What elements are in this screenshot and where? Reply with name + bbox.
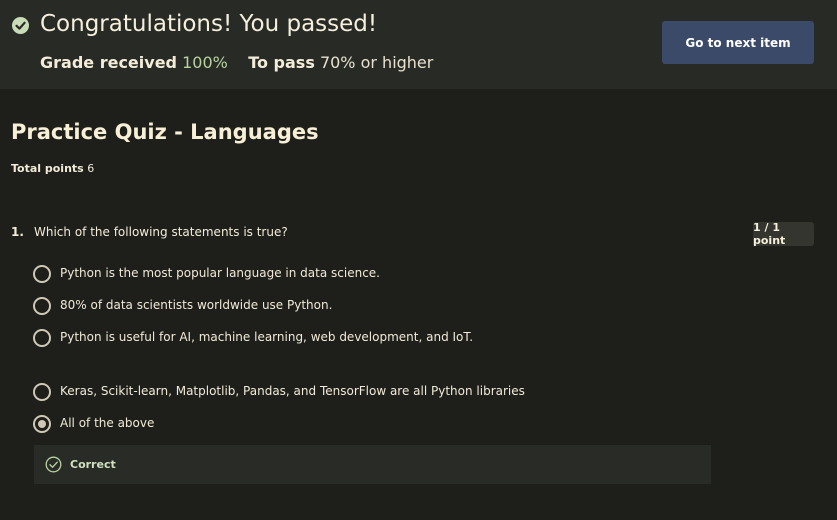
grade-received-label: Grade received (40, 53, 177, 72)
pass-title: Congratulations! You passed! (40, 11, 378, 37)
radio-button-icon[interactable] (33, 383, 51, 401)
answer-option-label: 80% of data scientists worldwide use Pyt… (60, 298, 333, 312)
total-points-value: 6 (87, 162, 95, 175)
to-pass-label: To pass (248, 53, 315, 72)
check-circle-icon (12, 17, 29, 34)
radio-button-icon[interactable] (33, 265, 51, 283)
grade-received-value: 100% (182, 53, 228, 72)
go-to-next-item-button[interactable]: Go to next item (662, 21, 814, 64)
radio-button-icon[interactable] (33, 297, 51, 315)
check-circle-outline-icon (45, 456, 62, 477)
pass-banner: Congratulations! You passed! Grade recei… (0, 0, 837, 89)
answer-option-label: Keras, Scikit-learn, Matplotlib, Pandas,… (60, 384, 525, 398)
question-text: Which of the following statements is tru… (34, 225, 288, 239)
total-points-label: Total points (11, 162, 84, 175)
feedback-label: Correct (70, 458, 116, 471)
question-score-badge: 1 / 1 point (753, 221, 814, 247)
to-pass-value: 70% (319, 53, 356, 72)
answer-option-label: Python is useful for AI, machine learnin… (60, 330, 474, 344)
grade-summary: Grade received 100% To pass 70% or highe… (40, 53, 433, 72)
to-pass-suffix: or higher (360, 53, 434, 72)
radio-button-icon[interactable] (33, 329, 51, 347)
question-number: 1. (11, 225, 24, 239)
total-points: Total points 6 (11, 162, 94, 175)
answer-feedback: Correct (34, 445, 711, 484)
radio-button-selected-icon[interactable] (33, 415, 51, 433)
answer-option-label: All of the above (60, 416, 155, 430)
answer-option-label: Python is the most popular language in d… (60, 266, 380, 280)
quiz-title: Practice Quiz - Languages (11, 120, 319, 144)
